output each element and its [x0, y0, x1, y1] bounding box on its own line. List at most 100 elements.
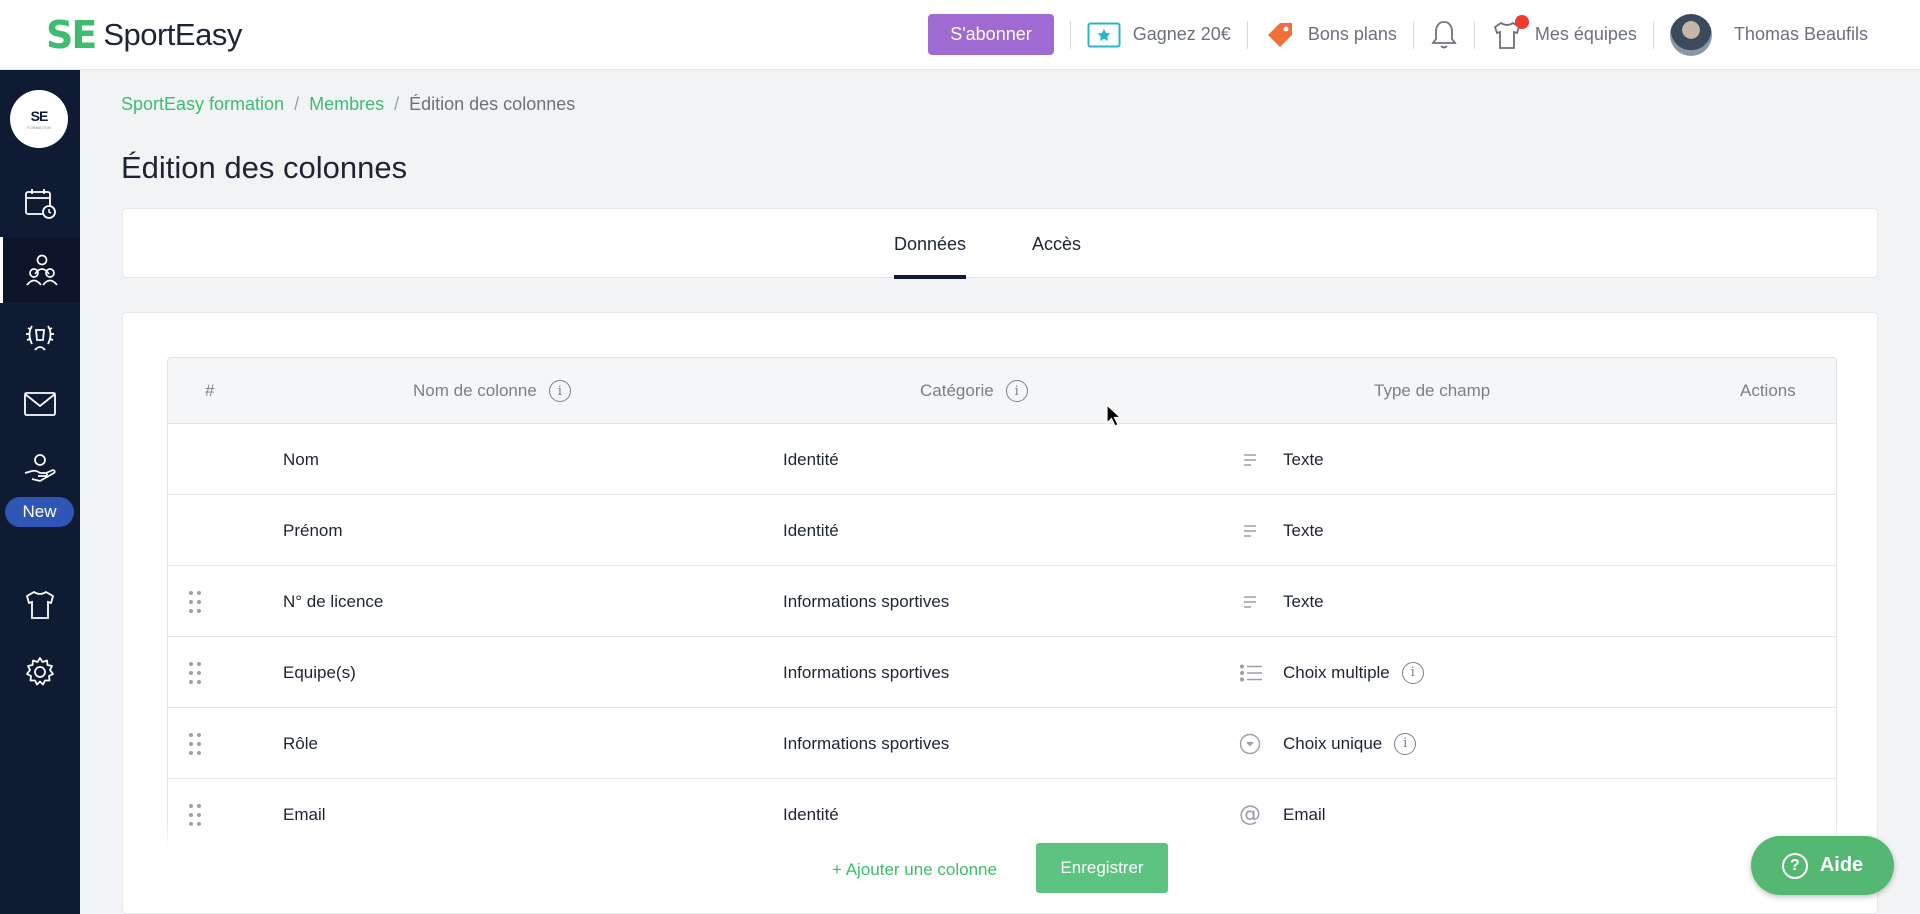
header-category-label: Catégorie	[920, 381, 994, 400]
drag-handle-icon[interactable]	[188, 637, 202, 708]
columns-table: # Nom de colonne i Catégorie i Type de c…	[167, 357, 1837, 851]
column-category: Informations sportives	[783, 662, 950, 682]
header-column-name: Nom de colonne i	[413, 358, 571, 424]
info-icon[interactable]: i	[1394, 732, 1417, 755]
sporteasy-logo[interactable]: SE SportEasy	[46, 13, 242, 57]
tab-data[interactable]: Données	[894, 209, 967, 279]
sidebar-item-partners[interactable]	[0, 436, 80, 502]
deals-link[interactable]: Bons plans	[1264, 19, 1397, 51]
deals-label: Bons plans	[1307, 24, 1397, 44]
column-type: Choix multiple i	[1283, 637, 1424, 708]
top-actions: S'abonner Gagnez 20€ Bons plans Mes équi…	[928, 0, 1868, 70]
info-icon[interactable]: i	[548, 380, 571, 402]
drag-handle-icon[interactable]	[188, 566, 202, 637]
logo-mark: SE	[46, 12, 97, 57]
calendar-icon	[25, 189, 56, 219]
column-name: Prénom	[283, 520, 343, 540]
bell-icon	[1430, 19, 1458, 51]
header-column-name-label: Nom de colonne	[413, 381, 537, 400]
earn-link[interactable]: Gagnez 20€	[1087, 22, 1231, 48]
breadcrumb-members[interactable]: Membres	[309, 94, 384, 115]
add-column-link[interactable]: + Ajouter une colonne	[832, 860, 997, 880]
column-name: Rôle	[283, 733, 318, 753]
sidebar-item-members[interactable]	[0, 237, 80, 303]
earn-label: Gagnez 20€	[1132, 24, 1231, 44]
text-lines-icon	[1243, 424, 1259, 495]
header-number: #	[205, 381, 215, 400]
breadcrumb: SportEasy formation / Membres / Édition …	[121, 94, 575, 115]
text-lines-icon	[1243, 495, 1259, 566]
gear-icon	[26, 657, 54, 686]
text-lines-icon	[1243, 566, 1259, 637]
sidebar-item-calendar[interactable]	[0, 170, 80, 236]
column-type-label: Choix unique	[1283, 733, 1383, 753]
my-teams-label: Mes équipes	[1534, 24, 1637, 44]
header-category: Catégorie i	[920, 358, 1028, 424]
sidebar-item-equipment[interactable]	[0, 572, 80, 638]
table-header: # Nom de colonne i Catégorie i Type de c…	[168, 358, 1836, 424]
divider	[1069, 20, 1071, 49]
team-logo-subtext: FORMATION	[27, 125, 51, 130]
column-name: Equipe(s)	[283, 662, 356, 682]
tabs-bar: Données Accès	[122, 208, 1878, 279]
column-category: Identité	[783, 520, 839, 540]
sidebar-item-settings[interactable]	[0, 639, 80, 705]
table-row: Equipe(s) Informations sportives Choix m…	[168, 637, 1836, 708]
table-row: N° de licence Informations sportives Tex…	[168, 566, 1836, 637]
logo-text: SportEasy	[103, 16, 242, 52]
sidebar: SE FORMATION New	[0, 70, 80, 914]
column-type: Choix unique i	[1283, 708, 1417, 779]
hand-heart-icon	[24, 454, 56, 482]
new-badge: New	[5, 497, 74, 527]
column-type: Texte	[1283, 449, 1324, 469]
info-icon[interactable]: i	[1005, 380, 1028, 402]
save-button[interactable]: Enregistrer	[1036, 843, 1168, 893]
breadcrumb-team[interactable]: SportEasy formation	[121, 94, 284, 115]
column-name: Nom	[283, 449, 319, 469]
divider	[1473, 20, 1475, 49]
column-type-label: Choix multiple	[1283, 662, 1390, 682]
table-row: Rôle Informations sportives Choix unique…	[168, 708, 1836, 779]
footer-fade	[167, 825, 1837, 913]
page-title: Édition des colonnes	[121, 150, 408, 185]
breadcrumb-current: Édition des colonnes	[409, 94, 576, 114]
column-category: Informations sportives	[783, 733, 950, 753]
jersey-icon	[25, 590, 55, 619]
drag-handle-icon[interactable]	[188, 708, 202, 779]
column-type: Texte	[1283, 591, 1324, 611]
team-logo-text: SE	[30, 108, 49, 124]
top-bar: SE SportEasy S'abonner Gagnez 20€ Bons p…	[0, 0, 1920, 70]
header-field-type: Type de champ	[1374, 381, 1491, 400]
jersey-notification-icon	[1491, 14, 1529, 51]
breadcrumb-separator: /	[394, 94, 400, 114]
tab-access[interactable]: Accès	[1032, 209, 1081, 279]
header-actions: Actions	[1740, 381, 1796, 400]
dropdown-circle-icon	[1239, 708, 1261, 779]
column-category: Identité	[783, 449, 839, 469]
my-teams-link[interactable]: Mes équipes	[1491, 14, 1637, 51]
help-button[interactable]: ? Aide	[1751, 836, 1894, 895]
question-icon: ?	[1781, 852, 1808, 879]
table-row: Nom Identité Texte	[168, 424, 1836, 495]
divider	[1652, 20, 1654, 49]
mouse-cursor-icon	[1106, 404, 1122, 427]
members-icon	[25, 254, 58, 286]
user-menu[interactable]: Thomas Beaufils	[1669, 13, 1868, 56]
list-icon	[1239, 637, 1263, 708]
table-row: Prénom Identité Texte	[168, 495, 1836, 566]
notifications-button[interactable]	[1430, 19, 1458, 51]
sidebar-item-trophy[interactable]	[0, 304, 80, 370]
divider	[1412, 20, 1414, 49]
avatar	[1669, 13, 1712, 56]
info-icon[interactable]: i	[1401, 661, 1424, 684]
user-name: Thomas Beaufils	[1733, 24, 1868, 44]
help-label: Aide	[1819, 854, 1864, 876]
subscribe-button[interactable]: S'abonner	[928, 14, 1054, 55]
trophy-icon	[26, 325, 54, 351]
mail-icon	[24, 392, 56, 416]
column-category: Informations sportives	[783, 591, 950, 611]
team-logo[interactable]: SE FORMATION	[10, 90, 68, 148]
sidebar-item-messages[interactable]	[0, 371, 80, 437]
notification-dot	[1514, 14, 1529, 29]
price-tag-icon	[1264, 19, 1296, 51]
